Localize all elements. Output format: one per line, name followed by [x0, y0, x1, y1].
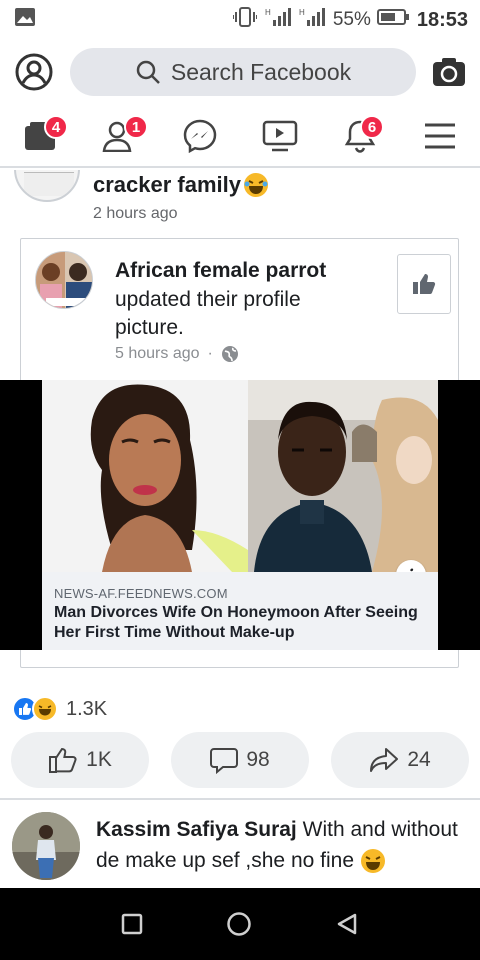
home-badge: 4: [44, 115, 68, 139]
post-actions: 1K 98 24: [0, 732, 480, 790]
article-thumbnail: [42, 380, 438, 572]
shared-post-meta: 5 hours ago ·: [115, 345, 239, 363]
link-preview[interactable]: i NEWS-AF.FEEDNEWS.COM Man Divorces Wife…: [0, 380, 480, 650]
battery-indicator: 55%: [333, 8, 409, 32]
like-page-button[interactable]: [397, 254, 451, 314]
signal-sim2-icon: H: [299, 7, 325, 33]
nav-friends[interactable]: 1: [90, 111, 150, 161]
comment-count: 98: [246, 748, 270, 771]
link-preview-info[interactable]: NEWS-AF.FEEDNEWS.COM Man Divorces Wife O…: [42, 572, 438, 650]
watch-icon: [262, 120, 298, 152]
system-nav-bar: [0, 888, 480, 960]
previous-post-header: cracker family 2 hours ago: [0, 170, 480, 232]
signal-sim1-icon: H: [265, 7, 291, 33]
shared-post-author[interactable]: African female parrot: [115, 259, 326, 283]
nav-home[interactable]: 4: [10, 111, 70, 161]
home-button[interactable]: [226, 911, 252, 937]
share-button[interactable]: 24: [331, 732, 469, 788]
previous-post-title-text: cracker family: [93, 172, 241, 197]
camera-icon: [433, 58, 465, 86]
shared-post-time[interactable]: 5 hours ago: [115, 345, 200, 363]
home-circle-icon: [227, 912, 251, 936]
search-icon: [136, 60, 160, 84]
comment-author[interactable]: Kassim Safiya Suraj: [96, 818, 297, 841]
link-domain: NEWS-AF.FEEDNEWS.COM: [54, 586, 228, 601]
friends-badge: 1: [124, 115, 148, 139]
status-bar: H H 55% 18:53: [0, 0, 480, 40]
nav-watch[interactable]: [250, 111, 310, 161]
share-icon: [370, 748, 399, 772]
like-count: 1K: [86, 748, 112, 771]
profile-photo-collage: [36, 252, 92, 308]
reaction-count: 1.3K: [66, 697, 108, 720]
svg-text:H: H: [299, 8, 305, 17]
search-placeholder: Search Facebook: [170, 58, 352, 85]
comment-item: Kassim Safiya Suraj With and without de …: [0, 812, 480, 888]
reactions-summary[interactable]: 1.3K: [12, 696, 107, 722]
comment-button[interactable]: 98: [171, 732, 309, 788]
haha-reaction-icon: [32, 696, 58, 722]
svg-text:H: H: [265, 8, 271, 17]
camera-button[interactable]: [432, 57, 466, 87]
previous-post-time[interactable]: 2 hours ago: [93, 205, 178, 223]
previous-post-avatar[interactable]: [14, 170, 80, 202]
like-button[interactable]: 1K: [11, 732, 149, 788]
laughing-emoji-icon: [244, 173, 268, 197]
comment-body: Kassim Safiya Suraj With and without de …: [96, 814, 466, 876]
battery-percent: 55%: [332, 9, 371, 30]
clock: 18:53: [416, 8, 468, 31]
previous-post-title: cracker family: [93, 172, 269, 198]
menu-icon: [425, 123, 455, 149]
comments-divider: [0, 798, 480, 800]
nav-menu[interactable]: [410, 111, 470, 161]
news-feed: cracker family 2 hours ago African femal…: [0, 170, 480, 888]
link-preview-image[interactable]: i: [42, 380, 438, 572]
shared-post-action: updated their profile picture.: [115, 288, 301, 339]
search-input[interactable]: Search Facebook: [70, 48, 416, 96]
profile-icon: [15, 53, 53, 91]
laughing-emoji-icon: [360, 849, 385, 874]
share-count: 24: [407, 748, 431, 771]
top-bar: Search Facebook: [0, 44, 480, 100]
globe-icon: [221, 346, 238, 362]
notifications-badge: 6: [360, 115, 384, 139]
facebook-mobile-screen: H H 55% 18:53 Search Facebook 4 1 6 crac…: [0, 0, 480, 960]
thumbs-up-outline-icon: [49, 747, 77, 773]
recents-icon: [122, 913, 143, 935]
main-nav: 4 1 6: [0, 106, 480, 168]
commenter-photo: [12, 812, 80, 880]
nav-notifications[interactable]: 6: [330, 111, 390, 161]
back-button[interactable]: [335, 912, 359, 936]
meta-separator: ·: [207, 345, 213, 362]
recents-button[interactable]: [121, 913, 143, 935]
reaction-icons: [12, 696, 58, 722]
commenter-avatar[interactable]: [12, 812, 80, 880]
back-triangle-icon: [337, 913, 356, 935]
profile-button[interactable]: [14, 52, 54, 92]
gallery-icon: [14, 7, 36, 33]
shared-post-avatar[interactable]: [35, 251, 93, 309]
battery-icon: [376, 8, 409, 32]
thumbs-up-icon: [413, 274, 436, 294]
comment-icon: [210, 748, 239, 774]
messenger-icon: [183, 119, 217, 153]
nav-messenger[interactable]: [170, 111, 230, 161]
status-indicators: H H 55% 18:53: [231, 7, 468, 33]
vibrate-icon: [231, 7, 258, 33]
link-title: Man Divorces Wife On Honeymoon After See…: [54, 604, 418, 641]
